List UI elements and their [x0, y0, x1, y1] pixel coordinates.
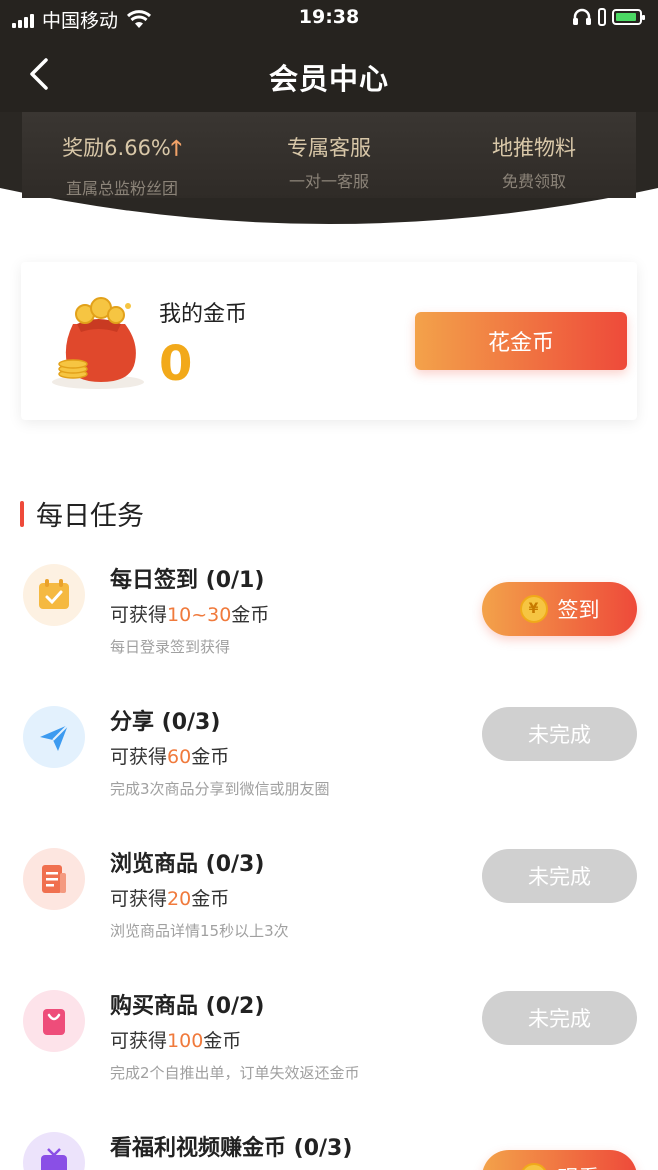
checkin-button-label: 签到 — [557, 598, 600, 622]
share-status-button[interactable]: 未完成 — [482, 707, 637, 761]
watch-video-button[interactable]: ¥ 观看 — [482, 1150, 637, 1170]
benefit-service-subtitle: 一对一客服 — [288, 172, 369, 191]
spend-coins-button[interactable]: 花金币 — [415, 312, 627, 370]
section-title: 每日任务 — [36, 501, 144, 532]
coin-balance: 0 — [159, 336, 193, 392]
task-description: 浏览商品详情15秒以上3次 — [110, 922, 289, 940]
checkin-button[interactable]: ¥ 签到 — [482, 582, 637, 636]
watch-video-button-label: 观看 — [558, 1162, 600, 1170]
reward-suffix: 金币 — [231, 604, 270, 626]
benefits-panel: 奖励6.66%🡑 直属总监粉丝团 专属客服 一对一客服 地推物料 免费领取 — [22, 112, 636, 198]
tv-icon — [23, 1132, 85, 1170]
benefit-reward-subtitle: 直属总监粉丝团 — [65, 179, 178, 198]
benefit-reward-label: 奖励6.66% — [62, 136, 171, 160]
task-row-video: 看福利视频赚金币 (0/3) ¥ 观看 — [0, 1130, 658, 1170]
section-accent-bar — [20, 500, 24, 527]
reward-suffix: 金币 — [203, 1030, 242, 1052]
task-name: 看福利视频赚金币 (0/3) — [110, 1136, 353, 1161]
status-time: 19:38 — [298, 6, 360, 28]
paper-plane-icon — [23, 706, 85, 768]
nav-bar: 会员中心 — [0, 40, 658, 108]
task-name: 购买商品 (0/2) — [110, 994, 265, 1019]
money-bag-icon — [52, 297, 144, 389]
page-title: 会员中心 — [268, 62, 389, 96]
arrow-up-icon: 🡑 — [170, 136, 182, 160]
benefit-materials-title: 地推物料 — [492, 136, 576, 160]
reward-amount: 60 — [167, 746, 192, 768]
document-icon — [23, 848, 85, 910]
coin-icon: ¥ — [519, 1163, 548, 1170]
task-row-share: 分享 (0/3) 可获得60金币 完成3次商品分享到微信或朋友圈 未完成 — [0, 704, 658, 824]
task-row-purchase: 购买商品 (0/2) 可获得100金币 完成2个自推出单，订单失效返还金币 未完… — [0, 988, 658, 1108]
benefit-materials[interactable]: 地推物料 免费领取 — [434, 132, 634, 192]
shopping-bag-icon — [23, 990, 85, 1052]
benefit-materials-subtitle: 免费领取 — [501, 172, 566, 191]
reward-suffix: 金币 — [191, 746, 230, 768]
task-row-checkin: 每日签到 (0/1) 可获得10~30金币 每日登录签到获得 ¥ 签到 — [0, 562, 658, 682]
task-description: 完成2个自推出单，订单失效返还金币 — [110, 1064, 360, 1082]
task-reward: 可获得10~30金币 — [110, 600, 269, 627]
reward-amount: 10~30 — [167, 604, 232, 626]
task-description: 完成3次商品分享到微信或朋友圈 — [110, 780, 330, 798]
coin-card: 我的金币 0 花金币 — [21, 262, 637, 420]
task-description: 每日登录签到获得 — [110, 638, 231, 656]
benefit-service[interactable]: 专属客服 一对一客服 — [229, 132, 429, 192]
coin-icon: ¥ — [519, 595, 548, 623]
benefit-service-title: 专属客服 — [287, 136, 371, 160]
status-right — [572, 8, 645, 26]
browse-status-button[interactable]: 未完成 — [482, 849, 637, 903]
benefit-reward-title: 奖励6.66%🡑 — [22, 132, 222, 169]
headphones-icon — [573, 8, 591, 25]
daily-tasks-header: 每日任务 — [20, 494, 144, 533]
orientation-lock-icon — [598, 8, 606, 26]
battery-icon — [612, 9, 645, 25]
reward-prefix: 可获得 — [110, 1030, 168, 1052]
task-reward: 可获得20金币 — [110, 884, 229, 911]
task-name: 浏览商品 (0/3) — [110, 852, 265, 877]
reward-amount: 100 — [167, 1030, 204, 1052]
task-row-browse: 浏览商品 (0/3) 可获得20金币 浏览商品详情15秒以上3次 未完成 — [0, 846, 658, 966]
reward-amount: 20 — [167, 888, 192, 910]
purchase-status-button[interactable]: 未完成 — [482, 991, 637, 1045]
task-name: 每日签到 (0/1) — [110, 568, 265, 593]
benefit-reward[interactable]: 奖励6.66%🡑 直属总监粉丝团 — [22, 132, 222, 199]
task-reward: 可获得100金币 — [110, 1026, 241, 1053]
reward-prefix: 可获得 — [110, 888, 168, 910]
reward-prefix: 可获得 — [110, 746, 168, 768]
task-reward: 可获得60金币 — [110, 742, 229, 769]
reward-suffix: 金币 — [191, 888, 230, 910]
status-bar: 中国移动 19:38 — [0, 0, 658, 36]
task-name: 分享 (0/3) — [110, 710, 221, 735]
coin-label: 我的金币 — [159, 302, 248, 327]
reward-prefix: 可获得 — [110, 604, 168, 626]
calendar-check-icon — [23, 564, 85, 626]
